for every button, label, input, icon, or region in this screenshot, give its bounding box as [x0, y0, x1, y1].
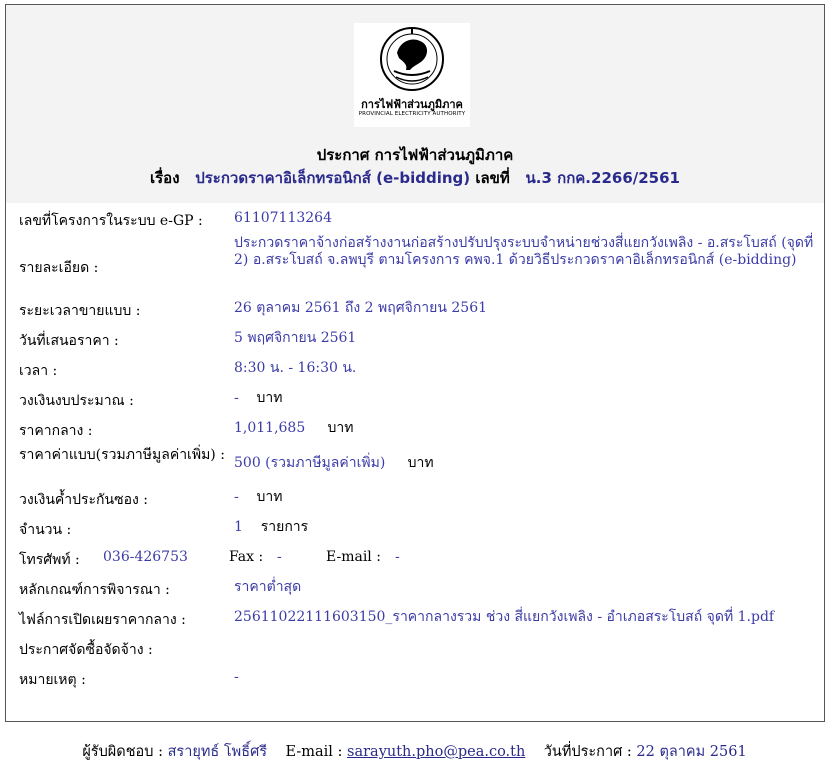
- project-id-value: 61107113264: [234, 210, 332, 226]
- footer: ผู้รับผิดชอบ : สรายุทธ์ โพธิ์ศรี E-mail …: [0, 740, 829, 763]
- project-id-label: เลขที่โครงการในระบบ e-GP :: [19, 213, 203, 229]
- median-price-unit: บาท: [327, 420, 354, 436]
- header-band: การไฟฟ้าส่วนภูมิภาค PROVINCIAL ELECTRICI…: [6, 5, 824, 203]
- announce-date: 22 ตุลาคม 2561: [636, 744, 747, 760]
- footer-email-link[interactable]: sarayuth.pho@pea.co.th: [347, 744, 525, 760]
- announcement-number: น.3 กกค.2266/2561: [525, 169, 680, 187]
- time-value: 8:30 น. - 16:30 น.: [234, 360, 357, 376]
- description-value: ประกวดราคาจ้างก่อสร้างงานก่อสร้างปรับปรุ…: [234, 235, 814, 268]
- doc-price-unit: บาท: [407, 455, 434, 471]
- budget-label: วงเงินงบประมาณ :: [19, 393, 134, 409]
- median-price-value: 1,011,685: [234, 420, 306, 436]
- bid-date-value: 5 พฤศจิกายน 2561: [234, 330, 357, 346]
- median-price-label: ราคากลาง :: [19, 423, 93, 439]
- announcement-title: ประกาศ การไฟฟ้าส่วนภูมิภาค: [316, 146, 514, 164]
- criteria-value: ราคาต่ำสุด: [234, 579, 302, 595]
- quantity-unit: รายการ: [260, 519, 309, 535]
- budget-unit: บาท: [256, 390, 283, 406]
- guarantee-field: - บาท: [234, 489, 819, 506]
- guarantee-value: -: [234, 489, 239, 505]
- doc-price-value: 500 (รวมภาษีมูลค่าเพิ่ม): [234, 455, 386, 471]
- budget-field: - บาท: [234, 390, 819, 407]
- logo-name-english: PROVINCIAL ELECTRICITY AUTHORITY: [358, 111, 466, 117]
- bid-date-label: วันที่เสนอราคา :: [19, 333, 119, 349]
- responsible-name: สรายุทธ์ โพธิ์ศรี: [167, 744, 268, 760]
- footer-email-label: E-mail :: [285, 744, 343, 760]
- subject-label: เรื่อง: [150, 169, 180, 187]
- pea-emblem-icon: [380, 27, 444, 91]
- responsible-label: ผู้รับผิดชอบ :: [82, 744, 163, 760]
- subject-text: ประกวดราคาอิเล็กทรอนิกส์ (e-bidding): [195, 169, 471, 187]
- guarantee-unit: บาท: [256, 489, 283, 505]
- doc-price-label: ราคาค่าแบบ(รวมภาษีมูลค่าเพิ่ม) :: [19, 447, 225, 463]
- email-label: E-mail :: [326, 549, 381, 565]
- email-value: -: [395, 549, 400, 565]
- pea-logo: การไฟฟ้าส่วนภูมิภาค PROVINCIAL ELECTRICI…: [354, 23, 470, 127]
- median-price-field: 1,011,685 บาท: [234, 420, 819, 437]
- procurement-label: ประกาศจัดซื้อจัดจ้าง :: [19, 642, 153, 658]
- description-label: รายละเอียด :: [19, 260, 99, 276]
- guarantee-label: วงเงินค้ำประกันซอง :: [19, 492, 149, 508]
- sale-period-label: ระยะเวลาขายแบบ :: [19, 303, 141, 319]
- time-label: เวลา :: [19, 363, 58, 379]
- doc-price-field: 500 (รวมภาษีมูลค่าเพิ่ม) บาท: [234, 455, 819, 472]
- quantity-field: 1 รายการ: [234, 519, 819, 536]
- remark-label: หมายเหตุ :: [19, 672, 86, 688]
- number-label: เลขที่: [475, 169, 510, 187]
- phone-value: 036-426753: [103, 549, 188, 565]
- announcement-panel: การไฟฟ้าส่วนภูมิภาค PROVINCIAL ELECTRICI…: [5, 4, 825, 722]
- median-price-file-link[interactable]: 25611022111603150_ราคากลางรวม ช่วง สี่แย…: [234, 609, 819, 626]
- phone-label: โทรศัพท์ :: [19, 552, 80, 568]
- sale-period-value: 26 ตุลาคม 2561 ถึง 2 พฤศจิกายน 2561: [234, 300, 488, 316]
- announce-date-label: วันที่ประกาศ :: [543, 744, 632, 760]
- quantity-value: 1: [234, 519, 243, 535]
- quantity-label: จำนวน :: [19, 522, 72, 538]
- remark-value: -: [234, 669, 239, 685]
- fax-value: -: [277, 549, 282, 565]
- fax-label: Fax :: [229, 549, 264, 565]
- budget-value: -: [234, 390, 239, 406]
- file-label: ไฟล์การเปิดเผยราคากลาง :: [19, 612, 186, 628]
- announcement-subject: เรื่อง ประกวดราคาอิเล็กทรอนิกส์ (e-biddi…: [6, 166, 824, 190]
- criteria-label: หลักเกณฑ์การพิจารณา :: [19, 582, 170, 598]
